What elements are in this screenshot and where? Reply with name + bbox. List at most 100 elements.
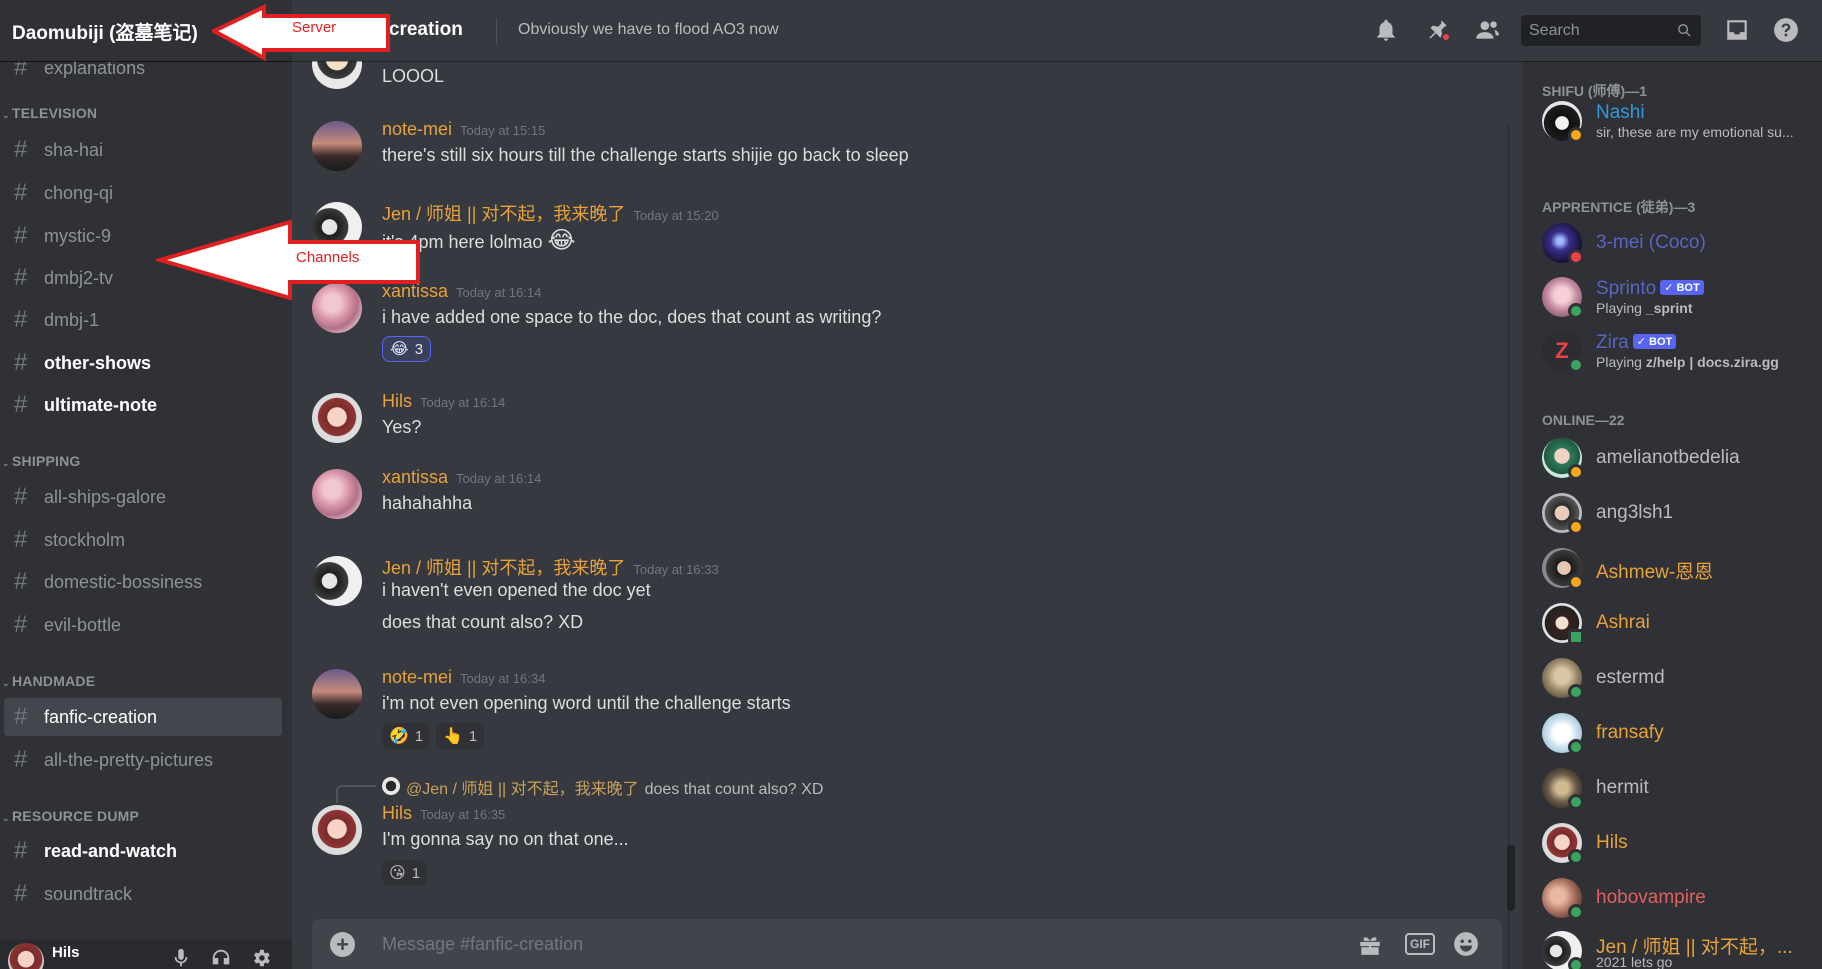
gif-button[interactable]: GIF (1405, 933, 1435, 955)
category-television[interactable]: ⌄ TELEVISION (0, 105, 97, 121)
scrollbar-thumb[interactable] (1507, 845, 1515, 911)
hash-icon: # (14, 483, 28, 510)
hash-icon: # (14, 179, 28, 206)
author-name[interactable]: note-mei (382, 667, 452, 687)
reaction-button[interactable]: 😘 1 (382, 860, 428, 886)
channel-topic[interactable]: Obviously we have to flood AO3 now (518, 21, 779, 39)
member-item[interactable]: Ashmew-恩恩 (1542, 546, 1812, 590)
channel-ultimate-note[interactable]: # ultimate-note (4, 386, 282, 424)
avatar[interactable] (382, 777, 400, 795)
reply-connector (336, 785, 376, 803)
user-panel: Hils (0, 939, 292, 969)
server-name[interactable]: Daomubiji (盗墓笔记) (12, 18, 198, 45)
hash-icon: # (14, 611, 28, 638)
channel-read-and-watch[interactable]: # read-and-watch (4, 832, 282, 870)
message-author[interactable]: Jen / 师姐 || 对不起，我来晚了 Today at 15:20 (382, 200, 719, 226)
member-item[interactable]: Ashrai (1542, 601, 1812, 645)
channel-sha-hai[interactable]: # sha-hai (4, 131, 282, 169)
avatar[interactable] (312, 669, 362, 719)
chevron-down-icon: ⌄ (2, 458, 10, 468)
user-name[interactable]: Hils (52, 944, 80, 961)
category-resource-dump[interactable]: ⌄ RESOURCE DUMP (0, 808, 139, 824)
category-shipping[interactable]: ⌄ SHIPPING (0, 453, 81, 469)
author-name[interactable]: Hils (382, 391, 412, 411)
channel-stockholm[interactable]: # stockholm (4, 521, 282, 559)
reply-preview[interactable]: @Jen / 师姐 || 对不起，我来晚了 does that count als… (406, 775, 823, 799)
reaction-button[interactable]: 👆 1 (436, 723, 485, 749)
add-attachment-button[interactable]: + (330, 932, 355, 957)
headphones-icon[interactable] (210, 947, 232, 969)
author-name[interactable]: Hils (382, 803, 412, 823)
channel-chong-qi[interactable]: # chong-qi (4, 174, 282, 212)
reaction-button[interactable]: 🤣 1 (382, 723, 431, 749)
hash-icon: # (14, 703, 28, 730)
channel-all-the-pretty-pictures[interactable]: # all-the-pretty-pictures (4, 741, 282, 779)
timestamp: Today at 16:34 (460, 671, 546, 686)
channel-label: explanations (44, 61, 146, 78)
timestamp: Today at 15:15 (460, 123, 546, 138)
member-name: 3-mei (Coco) (1596, 232, 1706, 253)
channel-all-ships-galore[interactable]: # all-ships-galore (4, 478, 282, 516)
message-text: Yes? (382, 417, 422, 437)
members-icon[interactable] (1471, 14, 1503, 46)
member-item[interactable]: Sprinto ✓ BOT Playing _sprint (1542, 275, 1812, 319)
scrollbar-track[interactable] (1507, 123, 1510, 969)
channel-other-shows[interactable]: # other-shows (4, 344, 282, 382)
message-input[interactable] (382, 929, 1182, 959)
channel-soundtrack[interactable]: # soundtrack (4, 875, 282, 913)
member-item[interactable]: 3-mei (Coco) (1542, 221, 1812, 265)
avatar[interactable] (8, 943, 44, 969)
message-author[interactable]: Hils Today at 16:14 (382, 391, 505, 412)
channel-fanfic-creation[interactable]: # fanfic-creation (4, 698, 282, 736)
search-box[interactable] (1521, 15, 1701, 46)
member-item[interactable]: fransafy (1542, 711, 1812, 755)
channel-domestic-bossiness[interactable]: # domestic-bossiness (4, 563, 282, 601)
pin-icon[interactable] (1421, 14, 1453, 46)
message-author[interactable]: Hils Today at 16:35 (382, 803, 505, 824)
status-online-icon (1568, 904, 1584, 920)
member-item[interactable]: amelianotbedelia (1542, 436, 1812, 480)
member-item[interactable]: estermd (1542, 656, 1812, 700)
member-item[interactable]: Jen / 师姐 || 对不起，... 2021 lets go (1542, 929, 1812, 969)
status-dnd-icon (1568, 249, 1584, 265)
gift-icon[interactable] (1356, 931, 1384, 957)
member-item[interactable]: ang3lsh1 (1542, 491, 1812, 535)
microphone-icon[interactable] (170, 947, 192, 969)
message-author[interactable]: Jen / 师姐 || 对不起，我来晚了 Today at 16:33 (382, 554, 719, 580)
author-name[interactable]: Jen / 师姐 || 对不起，我来晚了 (382, 558, 625, 578)
author-name[interactable]: xantissa (382, 467, 448, 487)
category-handmade[interactable]: ⌄ HANDMADE (0, 673, 95, 689)
help-icon[interactable] (1770, 14, 1802, 46)
message-author[interactable]: note-mei Today at 16:34 (382, 667, 545, 688)
member-item[interactable]: Hils (1542, 821, 1812, 865)
channel-item[interactable]: # explanations (4, 61, 282, 87)
emoji-picker-icon[interactable] (1452, 931, 1480, 957)
avatar[interactable] (312, 805, 362, 855)
hash-icon: # (14, 349, 28, 376)
member-item[interactable]: Nashi sir, these are my emotional su... (1542, 99, 1812, 143)
reaction-button[interactable]: 😂 3 (382, 336, 432, 362)
channel-dmbj-1[interactable]: # dmbj-1 (4, 301, 282, 339)
bell-icon[interactable] (1370, 14, 1402, 46)
member-name: hobovampire (1596, 887, 1706, 908)
message-author[interactable]: note-mei Today at 15:15 (382, 119, 545, 140)
avatar[interactable] (312, 556, 362, 606)
hash-icon: # (14, 391, 28, 418)
timestamp: Today at 16:14 (456, 471, 542, 486)
search-input[interactable] (1529, 19, 1669, 42)
status-online-icon (1568, 794, 1584, 810)
avatar[interactable] (312, 469, 362, 519)
annotation-arrow-channels: Channels (156, 218, 422, 300)
gear-icon[interactable] (250, 947, 272, 969)
inbox-icon[interactable] (1721, 14, 1753, 46)
avatar[interactable] (312, 393, 362, 443)
channel-evil-bottle[interactable]: # evil-bottle (4, 606, 282, 644)
avatar[interactable] (312, 61, 362, 89)
hash-icon: # (14, 880, 28, 907)
member-item[interactable]: hobovampire (1542, 876, 1812, 920)
avatar[interactable] (312, 121, 362, 171)
message-author[interactable]: xantissa Today at 16:14 (382, 467, 541, 488)
author-name[interactable]: note-mei (382, 119, 452, 139)
member-item[interactable]: Z Zira ✓ BOT Playing z/help | docs.zira.g… (1542, 329, 1812, 373)
member-item[interactable]: hermit (1542, 766, 1812, 810)
